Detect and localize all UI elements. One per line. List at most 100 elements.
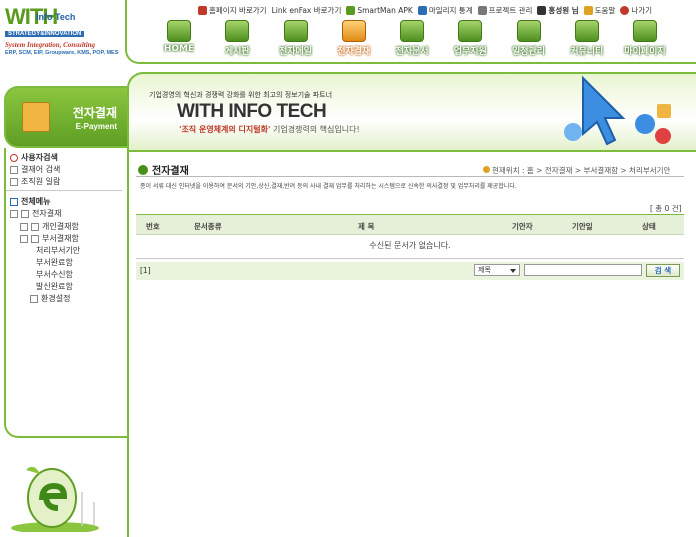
home-icon [198,5,207,15]
content-description: 종이 서류 대신 인터넷을 이용하여 문서의 기안,상신,결재,반려 등의 사내… [140,183,517,190]
menu-label: 일정관리 [511,47,546,57]
menu-home[interactable]: HOME [152,20,206,60]
search-select-value: 제목 [478,266,491,274]
board-icon [225,20,250,42]
calendar-icon [516,20,541,42]
tree-label: 발신완료함 [36,282,73,291]
sidebar-search-label: 사용자검색 [21,153,58,162]
doc-icon [31,234,39,243]
menu-approval[interactable]: 전자결재 [327,20,381,60]
company-logo[interactable]: WITH Info Tech STRATEGY&INNOVATION Syste… [0,0,124,64]
tree-label: 부서결재함 [42,234,79,243]
tree-sent-complete[interactable]: 발신완료함 [36,281,73,292]
community-icon [574,20,599,42]
doc-icon [10,165,18,174]
top-link-help[interactable]: 도움말 [583,4,616,16]
top-links: 홈페이지 바로가기 Link enFax 바로가기 SmartMan APK 마… [198,4,652,16]
top-link-label: 마일리지 통계 [428,5,473,15]
top-link-homepage[interactable]: 홈페이지 바로가기 [198,4,267,16]
tree-department[interactable]: 부서결재함 [20,233,79,244]
empty-message: 수신된 문서가 없습니다. [369,241,451,250]
top-link-logout[interactable]: 나가기 [620,4,652,16]
user-icon [537,5,547,15]
menu-label: 마이페이지 [624,47,666,57]
logo-info-tech: Info Tech [36,12,76,22]
menu-mypage[interactable]: 마이페이지 [618,20,672,60]
menu-label: 전자문서 [395,47,429,57]
tree-dept-received[interactable]: 부서수신함 [36,269,73,280]
help-icon [583,5,593,15]
tree-label: 처리부서기안 [36,246,81,255]
sidebar-header: 전자결재 E-Payment [4,86,127,148]
sidebar-item-org-list[interactable]: 조직원 일람 [10,176,60,187]
top-link-project[interactable]: 프로젝트 관리 [477,4,533,16]
search-field-select[interactable]: 제목 [474,264,520,276]
tree-approval[interactable]: 전자결재 [10,208,61,219]
doc-icon [10,177,18,186]
arrow-circle-icon [138,164,148,175]
project-icon [477,5,487,15]
search-input[interactable] [524,264,642,276]
sidebar-title: 전자결재 [72,106,117,120]
menu-document[interactable]: 전자문서 [385,20,439,60]
chart-icon [417,5,427,15]
col-subject: 제 목 [358,222,375,231]
search-button[interactable]: 검 색 [646,264,680,277]
menu-mail[interactable]: 전자메일 [269,20,323,60]
title-divider [136,176,684,177]
menu-support[interactable]: 업무지원 [443,20,497,60]
sidebar-subtitle: E-Payment [75,122,117,131]
menu-label: 전자메일 [278,47,313,57]
page-number[interactable]: [1] [140,266,151,275]
menu-board[interactable]: 게시판 [210,20,264,60]
col-drafter: 기안자 [512,222,533,231]
folder-icon [22,102,50,132]
logo-products: ERP, SCM, EIP, Groupware, KMS, POP, MES [5,50,119,56]
tree-personal[interactable]: 개인결재함 [20,221,79,232]
top-link-mileage[interactable]: 마일리지 통계 [417,4,473,16]
menu-label: 게시판 [224,47,250,57]
col-number: 번호 [146,222,160,231]
content-area [127,152,696,537]
sidebar-item-label: 결재어 검색 [21,165,61,174]
tree-label: 부서완료함 [36,258,73,267]
col-status: 상태 [642,222,656,231]
breadcrumb-text: 현재위치 : 홈 > 전자결재 > 부서결재함 > 처리부서기안 [492,166,671,175]
magnifier-icon [10,153,18,162]
logout-icon [620,5,630,15]
menu-label: 업무지원 [453,47,487,57]
top-link-label: 도움말 [594,5,616,15]
top-link-smartman[interactable]: SmartMan APK [346,4,413,16]
doc-icon [30,294,38,303]
home-icon [167,20,191,42]
top-link-label: 홈페이지 바로가기 [209,5,267,15]
tree-dept-complete[interactable]: 부서완료함 [36,257,73,268]
top-link-enfax[interactable]: Link enFax 바로가기 [272,4,342,16]
logo-system: System Integration, Consulting [5,41,96,49]
content-title: 전자결재 [138,162,189,177]
sidebar-divider [6,190,122,191]
menu-community[interactable]: 커뮤니티 [560,20,614,60]
sidebar-menu-title: 전체메뉴 [10,196,50,207]
tree-settings[interactable]: 환경설정 [30,293,70,304]
logo-strategy: STRATEGY&INNOVATION [5,31,85,37]
doc-icon [31,222,39,231]
menu-label: HOME [163,44,195,54]
banner-title: WITH INFO TECH [177,101,327,122]
sidebar-item-label: 조직원 일람 [21,177,61,186]
cursor-illustration [564,75,671,146]
menu-label: 전자결재 [337,47,371,57]
main-menu: HOME 게시판 전자메일 전자결재 전자문서 업무지원 일정관리 커뮤니티 마… [152,20,672,60]
mail-icon [283,20,308,42]
tree-dept-draft[interactable]: 처리부서기안 [36,245,80,256]
chevron-down-icon [510,269,516,273]
col-draft-date: 기안일 [572,222,593,231]
table-divider [136,258,684,259]
menu-calendar[interactable]: 일정관리 [502,20,556,60]
mobile-icon [346,5,356,15]
top-link-label: 나가기 [631,5,653,15]
top-link-label: 프로젝트 관리 [488,5,533,15]
sidebar-item-term-search[interactable]: 결재어 검색 [10,164,60,175]
banner-subtitle: 기업경영의 혁신과 경쟁력 강화를 위한 최고의 정보기술 파트너 [149,91,333,99]
tree-label: 부서수신함 [36,270,73,279]
